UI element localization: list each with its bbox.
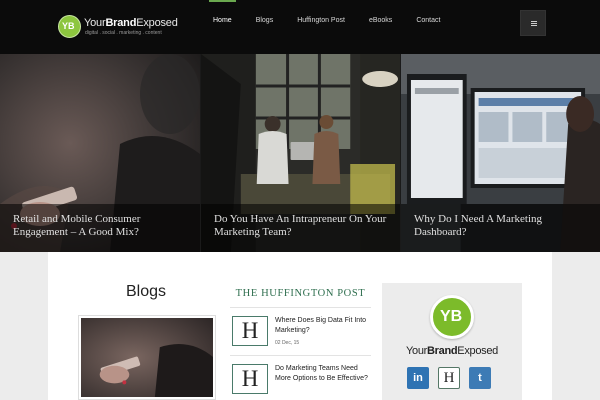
linkedin-icon[interactable]: in bbox=[407, 367, 429, 389]
hamburger-icon-line bbox=[531, 25, 537, 26]
huffington-post-title[interactable]: Where Does Big Data Fit Into Marketing? bbox=[275, 316, 371, 336]
hamburger-icon bbox=[531, 21, 537, 22]
huffington-post-list: H Where Does Big Data Fit Into Marketing… bbox=[230, 307, 371, 400]
huffington-h-icon: H bbox=[232, 364, 268, 394]
blog-post-image bbox=[81, 318, 213, 397]
nav-item-contact[interactable]: Contact bbox=[407, 0, 449, 54]
nav-item-home[interactable]: Home bbox=[204, 0, 241, 54]
nav-item-blogs[interactable]: Blogs bbox=[247, 0, 283, 54]
huffington-h-icon: H bbox=[232, 316, 268, 346]
blog-post-thumbnail[interactable] bbox=[78, 315, 216, 400]
blogs-heading: Blogs bbox=[126, 283, 167, 300]
main-nav: Home Blogs Huffington Post eBooks Contac… bbox=[204, 0, 449, 54]
featured-posts: Retail and Mobile Consumer Engagement – … bbox=[0, 54, 600, 252]
featured-post-title[interactable]: Do You Have An Intrapreneur On Your Mark… bbox=[214, 213, 392, 239]
huffington-post-date: 02 Dec, 15 bbox=[275, 340, 300, 346]
hamburger-icon-line bbox=[531, 23, 537, 24]
featured-post-card[interactable]: Why Do I Need A Marketing Dashboard? bbox=[400, 54, 600, 252]
huffington-post-logo[interactable]: THE HUFFINGTON POST bbox=[230, 288, 371, 299]
huffington-icon[interactable]: H bbox=[438, 367, 460, 389]
brand-wordmark: YourBrandExposed bbox=[405, 345, 499, 357]
nav-item-ebooks[interactable]: eBooks bbox=[360, 0, 401, 54]
logo-badge-icon bbox=[58, 15, 81, 38]
hamburger-menu-button[interactable] bbox=[520, 10, 546, 36]
featured-post-card[interactable]: Retail and Mobile Consumer Engagement – … bbox=[0, 54, 200, 252]
huffington-post-item[interactable]: H Do Marketing Teams Need More Options t… bbox=[230, 355, 371, 400]
brand-sidebar-widget: YB YourBrandExposed in H t bbox=[382, 283, 522, 400]
huffington-post-item[interactable]: H Where Does Big Data Fit Into Marketing… bbox=[230, 307, 371, 355]
social-links: in H t bbox=[407, 367, 500, 389]
brand-badge-icon: YB bbox=[430, 295, 474, 339]
huffington-post-title[interactable]: Do Marketing Teams Need More Options to … bbox=[275, 364, 371, 384]
logo-wordmark: YourBrandExposed bbox=[84, 17, 178, 29]
featured-post-card[interactable]: Do You Have An Intrapreneur On Your Mark… bbox=[200, 54, 400, 252]
logo-tagline: digital . social . marketing . content bbox=[85, 30, 162, 36]
twitter-icon[interactable]: t bbox=[469, 367, 491, 389]
nav-item-huffington-post[interactable]: Huffington Post bbox=[288, 0, 354, 54]
site-header: YourBrandExposed digital . social . mark… bbox=[0, 0, 600, 54]
featured-post-title[interactable]: Retail and Mobile Consumer Engagement – … bbox=[13, 213, 192, 239]
featured-post-title[interactable]: Why Do I Need A Marketing Dashboard? bbox=[414, 213, 592, 239]
